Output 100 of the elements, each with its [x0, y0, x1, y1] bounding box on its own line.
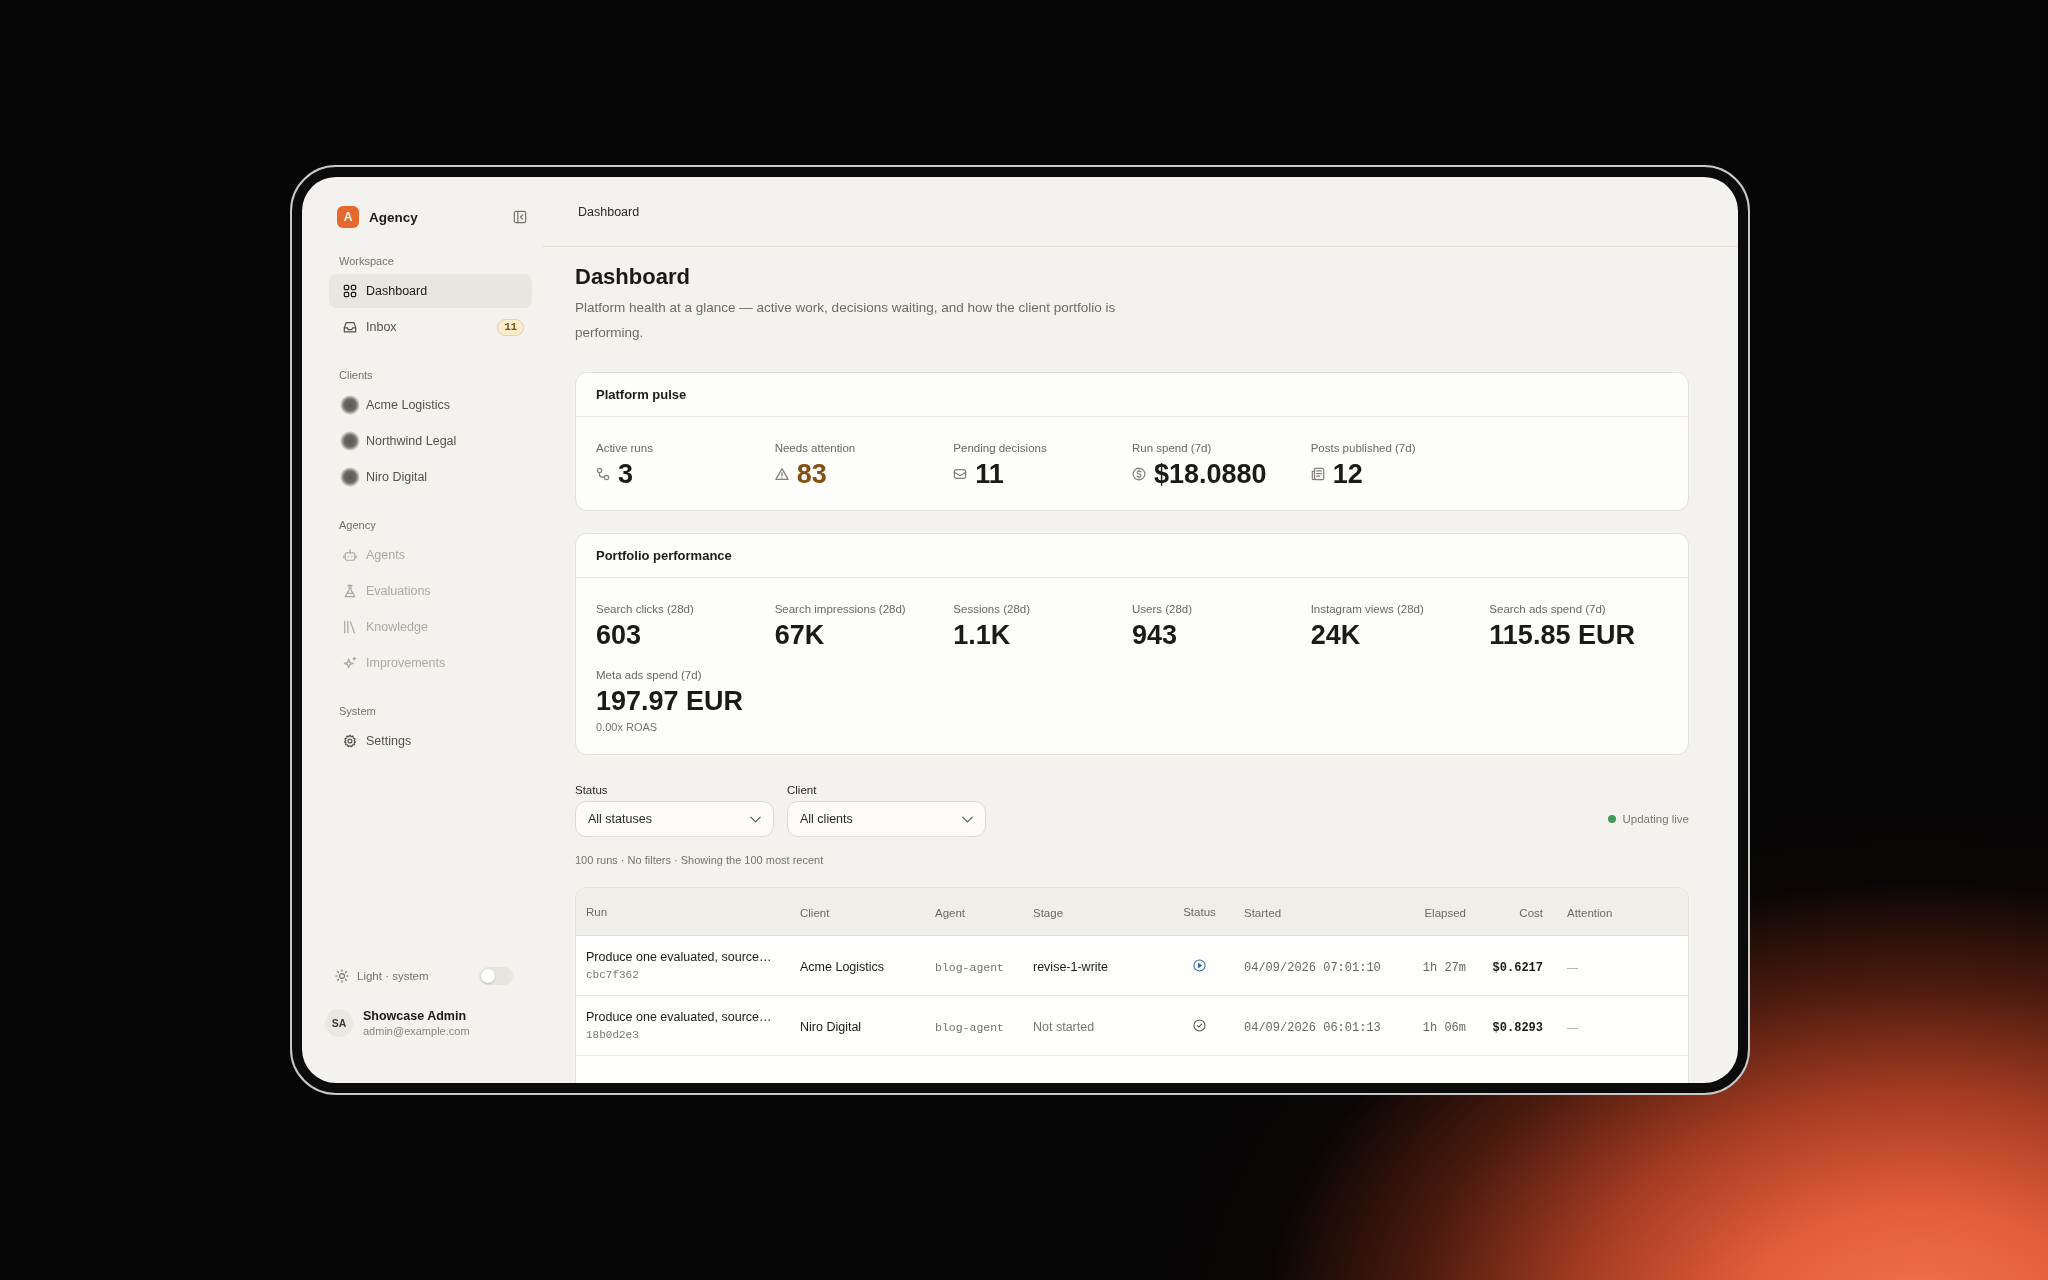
nodes-icon: [596, 467, 610, 481]
column-header: Status: [1183, 905, 1216, 918]
nav-item[interactable]: Inbox 11: [329, 310, 532, 344]
filter-select[interactable]: All statuses: [575, 801, 774, 837]
page-subtitle: Platform health at a glance — active work, decisions waiting, and how the client portfolio is performing.: [575, 299, 1117, 342]
chevron-down-icon: [962, 815, 973, 823]
run-id: cbc7f362: [586, 969, 639, 981]
stage-label: Not started: [1033, 1019, 1095, 1034]
sparkle-icon: [343, 656, 357, 670]
stage-label: revise-1-write: [1033, 959, 1108, 974]
metric-value: 67K: [774, 619, 825, 651]
column-header: Started: [1244, 906, 1282, 919]
metric-label: Active runs: [596, 441, 653, 456]
column-header: Cost: [1519, 906, 1543, 919]
column-header: Elapsed: [1424, 906, 1466, 919]
grid-icon: [343, 284, 357, 298]
filter-label: Status: [575, 783, 608, 797]
page-title: Dashboard: [575, 263, 690, 291]
nav-item[interactable]: Dashboard: [329, 274, 532, 308]
metric-value: 603: [596, 619, 642, 651]
books-icon: [343, 620, 357, 634]
chevron-down-icon: [750, 815, 761, 823]
section-label: Agency: [338, 518, 376, 532]
brand-name: Agency: [369, 209, 418, 225]
metric-value: $18.0880: [1154, 458, 1267, 490]
metric-value: 943: [1132, 619, 1178, 651]
metric-label: Posts published (7d): [1310, 441, 1416, 456]
theme-label: Light · system: [357, 970, 429, 982]
envelope-icon: [953, 467, 968, 481]
live-status-label: Updating live: [1622, 813, 1689, 825]
run-title: Produce one evaluated, source…: [586, 950, 772, 964]
run-id: 18b0d2e3: [586, 1029, 639, 1041]
started-time: 04/09/2026 06:01:13: [1244, 1020, 1381, 1035]
count-badge: 11: [497, 318, 524, 336]
settings-icon: [343, 734, 357, 748]
check-circle-icon: [1193, 1019, 1206, 1032]
run-title: Produce one evaluated, source…: [586, 1010, 772, 1024]
newspaper-icon: [1310, 467, 1325, 481]
metric-label: Needs attention: [774, 441, 856, 456]
nav-item[interactable]: Acme Logistics: [329, 388, 532, 422]
avatar-icon: [340, 431, 360, 451]
metric-label: Users (28d): [1132, 602, 1193, 617]
column-header: Client: [800, 906, 830, 919]
attention-value: —: [1567, 1020, 1578, 1033]
breadcrumb: Dashboard: [578, 204, 640, 219]
metric-label: Search impressions (28d): [774, 602, 906, 617]
section-label: Clients: [338, 368, 373, 382]
column-header: Agent: [935, 906, 966, 919]
metric-label: Instagram views (28d): [1310, 602, 1424, 617]
section-label: Workspace: [338, 254, 394, 268]
user-name: Showcase Admin: [363, 1009, 467, 1023]
sun-icon: [335, 969, 349, 983]
card-title: Portfolio performance: [596, 548, 732, 563]
agent-name: blog-agent: [935, 1020, 1004, 1034]
client-name: Niro Digital: [800, 1019, 862, 1034]
run-cost: $0.8293: [1492, 1020, 1543, 1035]
section-label: System: [338, 704, 376, 718]
filter-select[interactable]: All clients: [787, 801, 986, 837]
sidebar-toggle-icon[interactable]: [513, 210, 527, 224]
metric-value: 1.1K: [953, 619, 1011, 651]
metric-note: 0.00x ROAS: [596, 720, 658, 734]
column-header: Stage: [1033, 906, 1064, 919]
avatar-icon: [340, 467, 360, 487]
app-logo: A: [337, 206, 359, 228]
dollar-icon: [1132, 467, 1146, 481]
metric-value: 3: [618, 458, 634, 490]
metric-label: Meta ads spend (7d): [596, 668, 702, 683]
nav-item[interactable]: Niro Digital: [329, 460, 532, 494]
client-name: Acme Logistics: [800, 959, 885, 974]
elapsed-time: 1h 27m: [1422, 960, 1466, 975]
play-circle-icon: [1193, 959, 1206, 972]
inbox-icon: [343, 320, 357, 334]
flask-icon: [343, 584, 357, 598]
agent-name: blog-agent: [935, 960, 1004, 974]
avatar-icon: [340, 395, 360, 415]
metric-value: 83: [796, 458, 827, 490]
metric-label: Search clicks (28d): [596, 602, 694, 617]
elapsed-time: 1h 06m: [1422, 1020, 1466, 1035]
filter-label: Client: [787, 783, 817, 797]
user-email: admin@example.com: [363, 1025, 470, 1037]
column-header: Run: [586, 905, 608, 918]
metric-value: 24K: [1310, 619, 1361, 651]
user-avatar: SA: [325, 1009, 353, 1037]
metric-label: Search ads spend (7d): [1489, 602, 1606, 617]
card-title: Platform pulse: [596, 387, 687, 402]
column-header: Attention: [1567, 906, 1613, 919]
metric-value: 197.97 EUR: [596, 685, 744, 717]
attention-value: —: [1567, 960, 1578, 973]
run-cost: $0.6217: [1492, 960, 1543, 975]
robot-icon: [343, 548, 357, 562]
theme-switch[interactable]: [479, 967, 513, 985]
metric-label: Pending decisions: [953, 441, 1047, 456]
nav-item[interactable]: Northwind Legal: [329, 424, 532, 458]
metric-label: Run spend (7d): [1132, 441, 1212, 456]
metric-value: 115.85 EUR: [1489, 619, 1635, 651]
metric-value: 11: [975, 458, 1004, 490]
warning-icon: [774, 467, 789, 481]
metric-value: 12: [1332, 458, 1363, 490]
started-time: 04/09/2026 07:01:10: [1244, 960, 1381, 975]
nav-item[interactable]: Settings: [329, 724, 532, 758]
